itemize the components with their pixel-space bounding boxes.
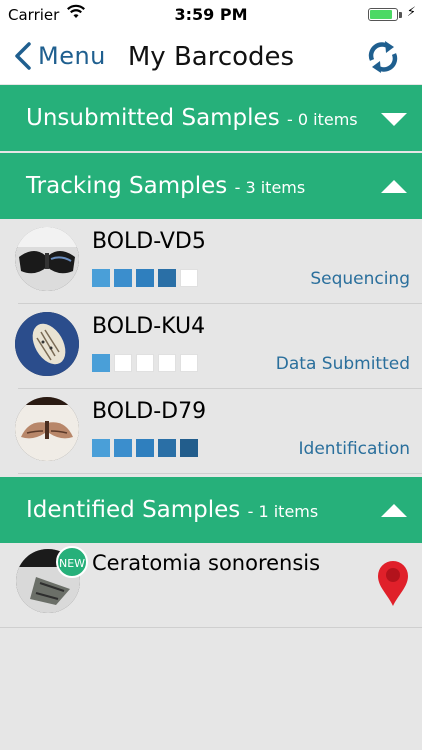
species-name: Ceratomia sonorensis (92, 551, 321, 575)
section-count-tracking: - 3 items (234, 178, 306, 197)
progress-indicator (92, 269, 198, 287)
progress-cell (114, 439, 132, 457)
sample-stage: Data Submitted (275, 354, 410, 374)
section-header-unsubmitted[interactable]: Unsubmitted Samples - 0 items (0, 85, 422, 151)
progress-cell (158, 269, 176, 287)
progress-cell (180, 354, 198, 372)
progress-cell (180, 439, 198, 457)
progress-indicator (92, 354, 198, 372)
tracking-row[interactable]: BOLD-KU4 Data Submitted (15, 304, 422, 389)
chevron-down-icon[interactable] (380, 111, 408, 127)
sample-stage: Sequencing (310, 269, 410, 289)
identified-list: NEW Ceratomia sonorensis (0, 543, 422, 628)
progress-cell (136, 354, 154, 372)
specimen-thumbnail (15, 312, 79, 376)
status-time: 3:59 PM (174, 5, 248, 24)
progress-indicator (92, 439, 198, 457)
progress-cell (158, 354, 176, 372)
specimen-thumbnail (15, 227, 79, 291)
progress-cell (114, 269, 132, 287)
identified-row[interactable]: NEW Ceratomia sonorensis (0, 543, 422, 628)
section-count-identified: - 1 items (247, 502, 319, 521)
section-header-identified[interactable]: Identified Samples - 1 items (0, 477, 422, 543)
progress-cell (136, 439, 154, 457)
battery-tip (399, 12, 402, 18)
section-count-unsubmitted: - 0 items (287, 110, 358, 129)
section-title-unsubmitted: Unsubmitted Samples (26, 105, 280, 131)
sample-stage: Identification (298, 439, 410, 459)
sample-name: BOLD-D79 (92, 399, 207, 424)
progress-cell (158, 439, 176, 457)
progress-cell (92, 439, 110, 457)
chevron-up-icon[interactable] (380, 179, 408, 195)
tracking-row[interactable]: BOLD-D79 Identification (15, 389, 422, 474)
chevron-up-icon[interactable] (380, 503, 408, 519)
tracking-row[interactable]: BOLD-VD5 Sequencing (15, 219, 422, 304)
tracking-list: BOLD-VD5 Sequencing BOLD-KU4 Data Submit… (0, 219, 422, 474)
sample-name: BOLD-KU4 (92, 314, 206, 339)
battery-icon (368, 8, 398, 21)
progress-cell (114, 354, 132, 372)
specimen-thumbnail (15, 397, 79, 461)
refresh-icon[interactable] (364, 38, 402, 76)
progress-cell (92, 354, 110, 372)
map-pin-icon[interactable] (376, 559, 410, 607)
progress-cell (136, 269, 154, 287)
sample-name: BOLD-VD5 (92, 229, 206, 254)
progress-cell (92, 269, 110, 287)
status-bar: Carrier 3:59 PM ⚡ (0, 0, 422, 30)
progress-cell (180, 269, 198, 287)
section-title-tracking: Tracking Samples (26, 173, 228, 199)
page-title: My Barcodes (127, 42, 295, 72)
nav-bar: Menu My Barcodes (0, 30, 422, 84)
section-title-identified: Identified Samples (26, 497, 241, 523)
new-badge: NEW (56, 546, 88, 578)
section-header-tracking[interactable]: Tracking Samples - 3 items (0, 153, 422, 219)
charging-bolt-icon: ⚡ (406, 5, 416, 20)
